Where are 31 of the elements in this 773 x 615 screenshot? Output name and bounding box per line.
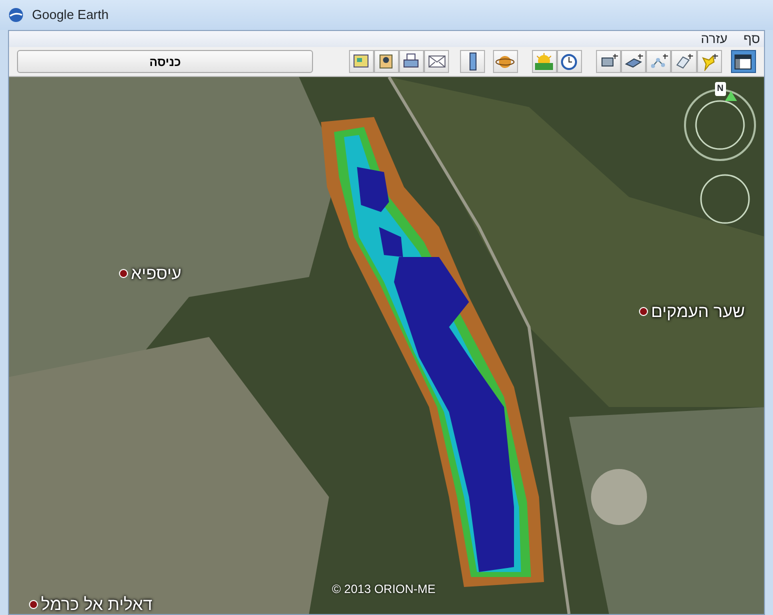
place-label: עיספיא [131,263,182,285]
sun-button[interactable] [532,50,557,73]
copyright-text: © 2013 ORION-ME [332,581,436,598]
image-button[interactable] [348,50,374,73]
email-button[interactable] [424,50,450,73]
path-add-icon [648,52,669,71]
print-button[interactable] [398,50,424,73]
zoom-ring-icon[interactable] [699,173,751,225]
place-label: שער העמקים [651,301,745,323]
planet-button[interactable] [492,50,518,73]
polygon-add-button[interactable] [671,50,696,73]
pin-add-button[interactable] [696,50,722,73]
menu-item[interactable]: עזרה [700,31,728,47]
globe-icon [8,7,24,23]
search-button[interactable]: כניסה [17,50,314,73]
camera-add-button[interactable] [596,50,622,73]
north-label: N [715,82,726,96]
sidebar-toggle-button[interactable] [730,50,756,73]
placemark-button[interactable] [374,50,399,73]
overlay-add-button[interactable] [621,50,646,73]
sun-icon [534,52,554,71]
polygon-add-icon [674,52,694,71]
clock-icon [559,52,580,71]
place-label: דאלית אל כרמל [41,594,152,614]
menu-item[interactable]: סף [744,31,760,47]
sidebar-layout-icon [734,54,752,70]
ruler-button[interactable] [460,50,486,73]
path-add-button[interactable] [646,50,672,73]
clock-button[interactable] [556,50,582,73]
window-title: Google Earth [32,6,109,24]
pin-add-icon [699,52,720,71]
